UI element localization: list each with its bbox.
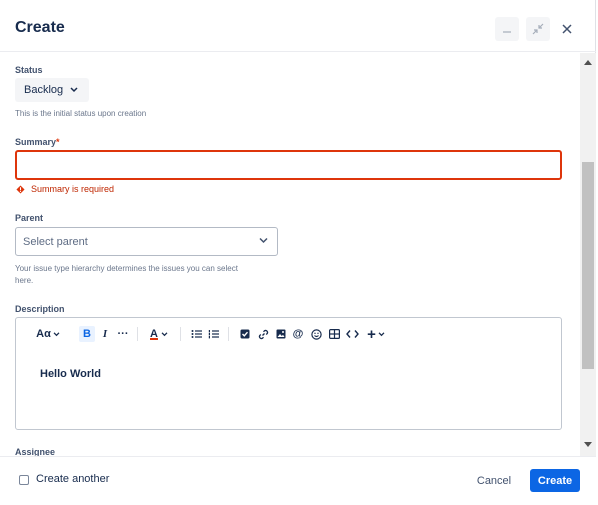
link-icon bbox=[258, 329, 268, 339]
emoji-icon bbox=[310, 328, 322, 340]
create-another-checkbox[interactable] bbox=[19, 475, 29, 485]
create-button[interactable]: Create bbox=[530, 469, 580, 492]
scroll-up-arrow[interactable] bbox=[584, 60, 592, 65]
minimize-icon bbox=[503, 31, 511, 33]
required-mark: * bbox=[56, 137, 60, 147]
description-label: Description bbox=[15, 304, 65, 314]
create-issue-dialog: Create Status Backlog This is the initia… bbox=[0, 0, 596, 505]
status-label: Status bbox=[15, 65, 43, 75]
text-style-label: Aα bbox=[36, 328, 51, 340]
plus-icon: + bbox=[367, 325, 376, 343]
chevron-down-icon bbox=[378, 331, 385, 336]
chevron-down-icon bbox=[161, 331, 168, 336]
editor-toolbar: Aα B I ··· A @ + bbox=[16, 318, 561, 348]
close-icon bbox=[562, 24, 572, 34]
image-button[interactable] bbox=[274, 326, 288, 342]
code-icon bbox=[345, 330, 359, 338]
emoji-button[interactable] bbox=[309, 326, 323, 342]
description-content[interactable]: Hello World bbox=[40, 368, 101, 380]
mention-button[interactable]: @ bbox=[291, 326, 305, 342]
insert-more-button[interactable]: + bbox=[364, 325, 388, 343]
shrink-button[interactable] bbox=[526, 17, 550, 41]
checkbox-icon bbox=[240, 329, 250, 339]
parent-select[interactable]: Select parent bbox=[15, 227, 278, 256]
create-another-label[interactable]: Create another bbox=[36, 473, 109, 485]
dialog-header: Create bbox=[0, 0, 596, 52]
more-formatting-button[interactable]: ··· bbox=[115, 326, 131, 342]
action-item-button[interactable] bbox=[238, 326, 252, 342]
chevron-down-icon bbox=[259, 237, 268, 244]
summary-error-text: Summary is required bbox=[31, 184, 115, 194]
bullet-list-icon bbox=[191, 330, 202, 338]
toolbar-divider bbox=[137, 327, 138, 341]
status-help-text: This is the initial status upon creation bbox=[15, 109, 147, 118]
bold-button[interactable]: B bbox=[79, 326, 95, 342]
text-color-button[interactable]: A bbox=[147, 326, 171, 342]
description-editor[interactable]: Aα B I ··· A @ + Hello World bbox=[15, 317, 562, 430]
bullet-list-button[interactable] bbox=[189, 326, 203, 342]
italic-button[interactable]: I bbox=[98, 326, 112, 342]
toolbar-divider bbox=[180, 327, 181, 341]
scrollbar-thumb[interactable] bbox=[582, 162, 594, 369]
status-value: Backlog bbox=[24, 84, 64, 96]
summary-label-text: Summary bbox=[15, 137, 57, 147]
text-color-icon: A bbox=[150, 328, 158, 340]
table-button[interactable] bbox=[327, 326, 341, 342]
dialog-body: Status Backlog This is the initial statu… bbox=[0, 53, 580, 456]
close-button[interactable] bbox=[555, 17, 579, 41]
summary-label: Summary* bbox=[15, 137, 60, 147]
assignee-label: Assignee bbox=[15, 447, 56, 456]
minimize-button[interactable] bbox=[495, 17, 519, 41]
error-icon bbox=[16, 184, 25, 194]
scrollbar[interactable] bbox=[580, 53, 596, 456]
mention-icon: @ bbox=[292, 328, 304, 340]
parent-placeholder: Select parent bbox=[23, 235, 88, 248]
table-icon bbox=[328, 329, 340, 339]
link-button[interactable] bbox=[256, 326, 270, 342]
numbered-list-button[interactable] bbox=[206, 326, 220, 342]
summary-error: Summary is required bbox=[16, 184, 114, 194]
chevron-down-icon bbox=[53, 331, 60, 336]
status-dropdown[interactable]: Backlog bbox=[15, 78, 89, 102]
image-icon bbox=[276, 329, 286, 339]
summary-input[interactable] bbox=[15, 150, 562, 180]
chevron-down-icon bbox=[70, 87, 78, 93]
shrink-icon bbox=[532, 23, 544, 35]
toolbar-divider bbox=[228, 327, 229, 341]
numbered-list-icon bbox=[208, 330, 219, 339]
dialog-title: Create bbox=[15, 19, 65, 36]
text-style-button[interactable]: Aα bbox=[36, 326, 60, 342]
dialog-footer: Create another Cancel Create bbox=[0, 456, 596, 505]
parent-label: Parent bbox=[15, 213, 44, 223]
parent-help-line-1: Your issue type hierarchy determines the… bbox=[15, 264, 238, 273]
cancel-button[interactable]: Cancel bbox=[469, 469, 519, 493]
scroll-down-arrow[interactable] bbox=[584, 442, 592, 447]
code-button[interactable] bbox=[344, 326, 360, 342]
parent-help-line-2: here. bbox=[15, 276, 34, 285]
